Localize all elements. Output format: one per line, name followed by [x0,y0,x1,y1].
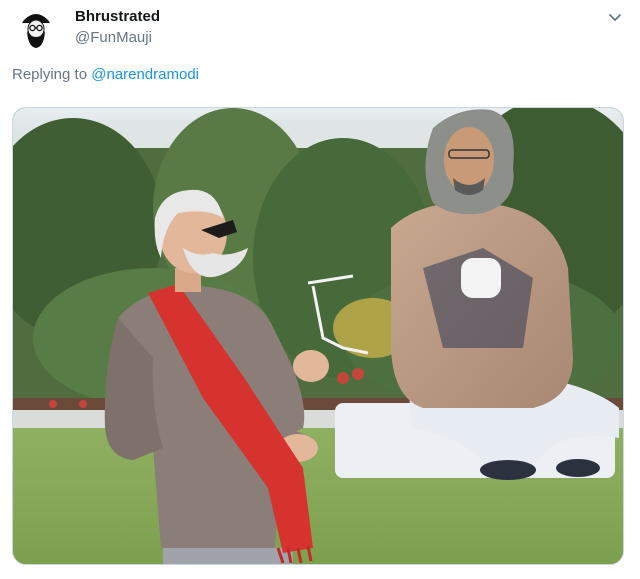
author-handle[interactable]: @FunMauji [75,28,160,48]
author-display-name[interactable]: Bhrustrated [75,8,160,26]
chevron-down-icon [609,14,621,22]
tweet-photo[interactable] [12,107,624,565]
replying-to-label: Replying to [12,66,88,83]
tweet-author[interactable]: Bhrustrated @FunMauji [75,8,160,48]
photo-illustration [13,108,623,564]
bearded-man-avatar-icon [14,6,58,50]
tweet-card: Bhrustrated @FunMauji Replying to @naren… [0,0,640,579]
replying-to-line: Replying to @narendramodi [12,65,199,85]
avatar[interactable] [14,6,58,50]
tweet-menu-button[interactable] [608,10,622,22]
reply-mention-link[interactable]: @narendramodi [91,66,199,83]
